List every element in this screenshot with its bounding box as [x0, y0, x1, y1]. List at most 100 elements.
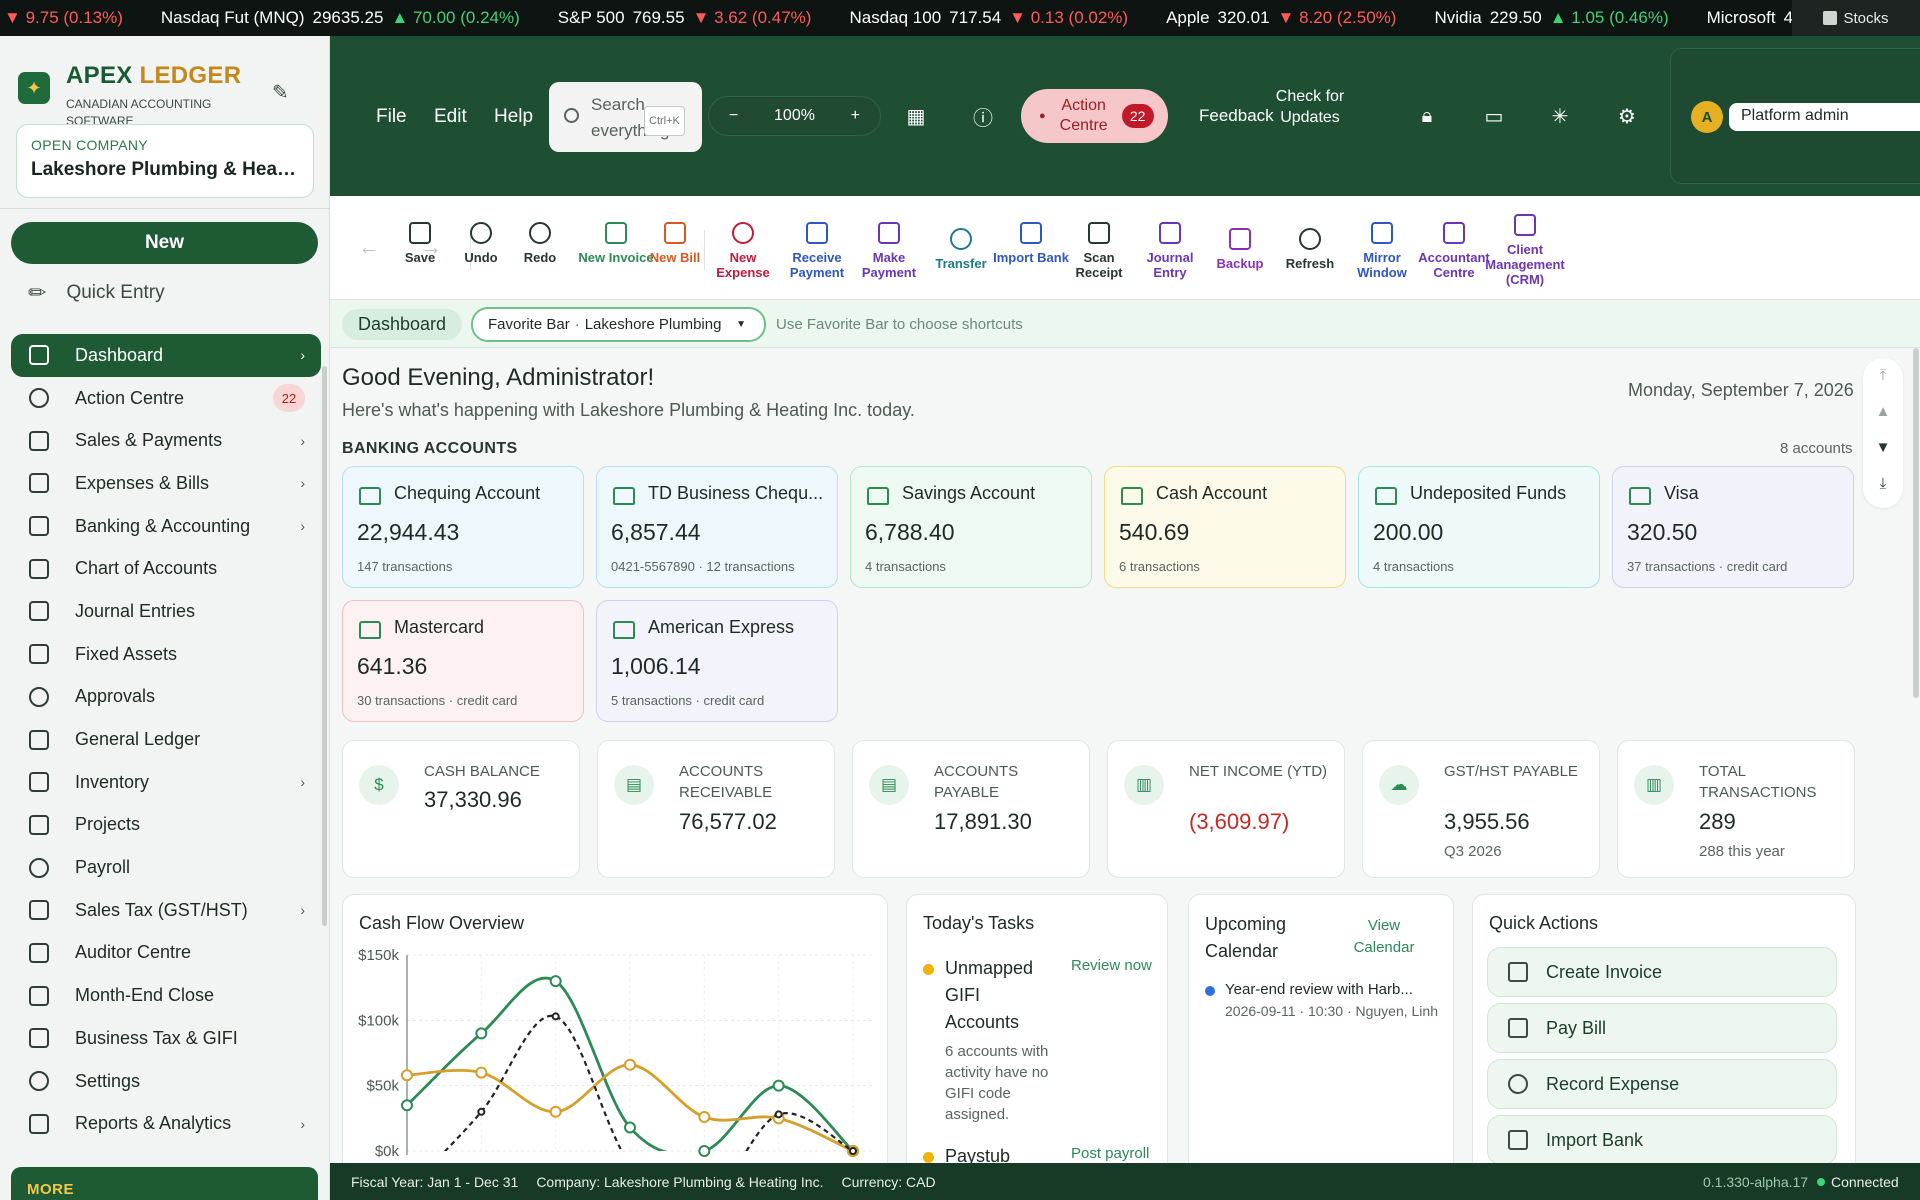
- pay-bill-button[interactable]: Pay Bill: [1487, 1003, 1837, 1053]
- new-button[interactable]: New: [11, 222, 318, 264]
- sidebar-item-fixed-assets[interactable]: Fixed Assets: [11, 633, 321, 676]
- scroll-up-icon[interactable]: ▲: [1863, 394, 1903, 430]
- menu-edit[interactable]: Edit: [434, 106, 467, 128]
- ticker-name: Nasdaq 100: [849, 8, 942, 27]
- import-bank-button[interactable]: Import Bank: [1487, 1115, 1837, 1163]
- gear-icon[interactable]: ⚙: [1613, 102, 1641, 130]
- scan-receipt-button[interactable]: Scan Receipt: [1059, 222, 1139, 280]
- series-2-point[interactable]: [551, 1012, 560, 1021]
- gst-hst-payable-card[interactable]: ☁ GST/HST PAYABLE 3,955.56 Q3 2026: [1362, 740, 1600, 878]
- accounts-receivable-card[interactable]: ▤ ACCOUNTS RECEIVABLE 76,577.02: [597, 740, 835, 878]
- stocks-button[interactable]: Stocks: [1792, 0, 1920, 36]
- calculator-icon[interactable]: ▦: [902, 102, 930, 130]
- new-expense-button[interactable]: New Expense: [703, 222, 783, 280]
- search-input[interactable]: Search everything... Ctrl+K: [549, 82, 702, 152]
- zoom-in-button[interactable]: +: [851, 107, 860, 125]
- series-1-point[interactable]: [549, 1105, 562, 1118]
- series-1-point[interactable]: [698, 1111, 711, 1124]
- bank-account-card[interactable]: TD Business Chequ... 6,857.44 0421-5567890…: [596, 466, 838, 588]
- accountant-centre-button[interactable]: Accountant Centre: [1414, 222, 1494, 280]
- accounts-payable-card[interactable]: ▤ ACCOUNTS PAYABLE 17,891.30: [852, 740, 1090, 878]
- sidebar-item-sales-tax-gst-hst[interactable]: Sales Tax (GST/HST) ›: [11, 889, 321, 932]
- sidebar-scrollbar[interactable]: [322, 366, 327, 926]
- sidebar-item-sales-payments[interactable]: Sales & Payments ›: [11, 419, 321, 462]
- action-centre-button[interactable]: ● Action Centre 22: [1021, 89, 1168, 143]
- backup-button[interactable]: Backup: [1200, 228, 1280, 271]
- redo-button[interactable]: Redo: [500, 222, 580, 265]
- bank-account-card[interactable]: Mastercard 641.36 30 transactions · credit…: [342, 600, 584, 722]
- scroll-top-icon[interactable]: ⤒: [1863, 358, 1903, 394]
- bank-account-card[interactable]: Savings Account 6,788.40 4 transactions: [850, 466, 1092, 588]
- series-0-point[interactable]: [698, 1145, 711, 1157]
- sidebar-item-expenses-bills[interactable]: Expenses & Bills ›: [11, 462, 321, 505]
- chat-icon[interactable]: ▭: [1480, 102, 1508, 130]
- series-0-point[interactable]: [772, 1079, 785, 1092]
- sidebar-item-auditor-centre[interactable]: Auditor Centre: [11, 932, 321, 975]
- net-income-ytd-card[interactable]: ▥ NET INCOME (YTD) (3,609.97): [1107, 740, 1345, 878]
- lock-icon[interactable]: 🔒︎: [1413, 102, 1441, 130]
- sidebar-item-dashboard[interactable]: Dashboard ›: [11, 334, 321, 377]
- sidebar-item-general-ledger[interactable]: General Ledger: [11, 718, 321, 761]
- sidebar-item-settings[interactable]: Settings: [11, 1060, 321, 1103]
- bank-account-card[interactable]: American Express 1,006.14 5 transactions ·…: [596, 600, 838, 722]
- mirror-window-button[interactable]: Mirror Window: [1342, 222, 1422, 280]
- cash-balance-card[interactable]: $ CASH BALANCE 37,330.96: [342, 740, 580, 878]
- series-1-point[interactable]: [475, 1066, 488, 1079]
- view-calendar-link[interactable]: View Calendar: [1349, 915, 1419, 959]
- help-circle-icon[interactable]: ⓘ: [969, 102, 997, 130]
- task-action-link[interactable]: Post payroll: [1071, 1145, 1149, 1162]
- bank-account-card[interactable]: Chequing Account 22,944.43 147 transaction…: [342, 466, 584, 588]
- open-company-box[interactable]: OPEN COMPANY Lakeshore Plumbing & Heati.…: [16, 124, 314, 198]
- sidebar-item-journal-entries[interactable]: Journal Entries: [11, 590, 321, 633]
- quick-entry-button[interactable]: ✏ Quick Entry: [28, 280, 165, 306]
- edit-pencil-icon[interactable]: ✎: [272, 80, 289, 105]
- sidebar-item-reports-analytics[interactable]: Reports & Analytics ›: [11, 1102, 321, 1145]
- task-action-link[interactable]: Review now: [1071, 957, 1152, 974]
- user-role-select[interactable]: Platform admin: [1729, 103, 1920, 131]
- series-0-point[interactable]: [475, 1027, 488, 1040]
- refresh-button[interactable]: Refresh: [1270, 228, 1350, 271]
- series-2-point[interactable]: [774, 1110, 783, 1119]
- sidebar-item-payroll[interactable]: Payroll: [11, 846, 321, 889]
- back-arrow-icon[interactable]: ←: [358, 234, 380, 260]
- series-2-point[interactable]: [477, 1107, 486, 1116]
- sidebar-item-banking-accounting[interactable]: Banking & Accounting ›: [11, 505, 321, 548]
- create-invoice-button[interactable]: Create Invoice: [1487, 947, 1837, 997]
- bank-account-card[interactable]: Cash Account 540.69 6 transactions: [1104, 466, 1346, 588]
- sidebar-item-inventory[interactable]: Inventory ›: [11, 761, 321, 804]
- series-1-point[interactable]: [624, 1058, 636, 1071]
- receive-payment-button[interactable]: Receive Payment: [777, 222, 857, 280]
- bank-account-card[interactable]: Visa 320.50 37 transactions · credit card: [1612, 466, 1854, 588]
- journal-entry-button[interactable]: Journal Entry: [1130, 222, 1210, 280]
- sidebar-item-projects[interactable]: Projects: [11, 804, 321, 847]
- transfer-button[interactable]: Transfer: [921, 228, 1001, 271]
- zoom-out-button[interactable]: −: [729, 107, 738, 125]
- bank-account-card[interactable]: Undeposited Funds 200.00 4 transactions: [1358, 466, 1600, 588]
- series-2-point[interactable]: [849, 1147, 857, 1155]
- check-updates-button[interactable]: Check for Updates: [1269, 86, 1351, 128]
- sidebar-item-approvals[interactable]: Approvals: [11, 676, 321, 719]
- total-transactions-card[interactable]: ▥ TOTAL TRANSACTIONS 289 288 this year: [1617, 740, 1855, 878]
- sidebar-item-chart-of-accounts[interactable]: Chart of Accounts: [11, 547, 321, 590]
- sidebar-item-month-end-close[interactable]: Month-End Close: [11, 974, 321, 1017]
- menu-help[interactable]: Help: [494, 106, 533, 128]
- sidebar-item-action-centre[interactable]: Action Centre 22: [11, 377, 321, 420]
- favorite-bar-select[interactable]: Favorite Bar · Lakeshore Plumbing ▼: [471, 307, 766, 342]
- client-management-crm-button[interactable]: Client Management (CRM): [1485, 214, 1565, 287]
- record-expense-button[interactable]: Record Expense: [1487, 1059, 1837, 1109]
- more-section[interactable]: MORE: [11, 1167, 318, 1200]
- scroll-bottom-icon[interactable]: ⤓: [1863, 466, 1903, 502]
- feedback-button[interactable]: Feedback: [1199, 106, 1274, 126]
- make-payment-button[interactable]: Make Payment: [849, 222, 929, 280]
- series-1-point[interactable]: [401, 1069, 413, 1082]
- sidebar-item-business-tax-gifi[interactable]: Business Tax & GIFI: [11, 1017, 321, 1060]
- sparkle-icon[interactable]: ✳: [1546, 102, 1574, 130]
- series-0-point[interactable]: [624, 1121, 636, 1134]
- series-0-point[interactable]: [401, 1099, 413, 1112]
- avatar[interactable]: A: [1691, 101, 1723, 133]
- scroll-down-icon[interactable]: ▼: [1863, 430, 1903, 466]
- dashboard-chip[interactable]: Dashboard: [342, 309, 463, 340]
- menu-file[interactable]: File: [376, 106, 407, 128]
- main-scrollbar[interactable]: [1913, 348, 1919, 698]
- series-0-point[interactable]: [549, 975, 562, 988]
